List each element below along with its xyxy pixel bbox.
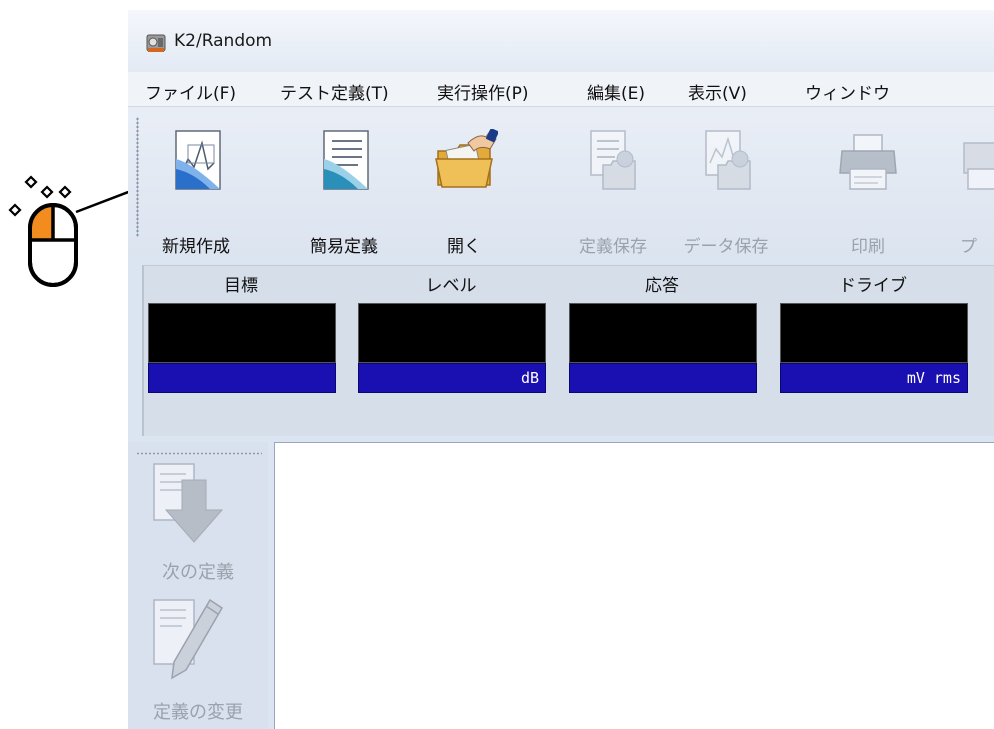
menu-test-definition[interactable]: テスト定義(T) bbox=[280, 79, 389, 104]
print-button[interactable]: 印刷 bbox=[828, 107, 908, 257]
main-toolbar: 新規作成 簡易定義 開く 定義保存 データ保存 印刷 プ bbox=[128, 107, 994, 257]
new-document-label: 新規作成 bbox=[162, 237, 230, 257]
open-label: 開く bbox=[447, 237, 481, 257]
title-bar: K2/Random bbox=[128, 10, 994, 72]
meter-level-unit-bar: dB bbox=[358, 363, 546, 393]
menu-window[interactable]: ウィンドウ bbox=[805, 79, 890, 104]
meter-target-label: 目標 bbox=[224, 276, 258, 296]
toolbar-grip[interactable] bbox=[136, 117, 139, 237]
simple-definition-label: 簡易定義 bbox=[310, 237, 378, 257]
printer-icon bbox=[839, 134, 897, 190]
new-document-icon bbox=[175, 130, 221, 190]
save-definition-icon bbox=[590, 130, 636, 190]
next-definition-button[interactable]: 次の定義 bbox=[128, 460, 268, 590]
meter-level-label: レベル bbox=[425, 276, 477, 296]
next-definition-icon bbox=[153, 463, 224, 543]
menu-bar: ファイル(F) テスト定義(T) 実行操作(P) 編集(E) 表示(V) ウィン… bbox=[128, 72, 994, 107]
meter-response-display bbox=[569, 303, 757, 363]
meter-drive-unit: mV rms bbox=[906, 369, 961, 387]
preview-label: プ bbox=[960, 237, 977, 257]
mouse-left-click-icon bbox=[8, 175, 78, 287]
simple-definition-button[interactable]: 簡易定義 bbox=[296, 107, 392, 257]
workspace-area[interactable] bbox=[274, 442, 994, 729]
open-button[interactable]: 開く bbox=[424, 107, 504, 257]
side-toolbar: 次の定義 定義の変更 bbox=[128, 442, 268, 729]
meter-target-display bbox=[148, 303, 336, 363]
menu-run-operation[interactable]: 実行操作(P) bbox=[437, 79, 529, 104]
save-data-button[interactable]: データ保存 bbox=[672, 107, 780, 257]
side-toolbar-grip[interactable] bbox=[136, 452, 262, 455]
open-folder-icon bbox=[435, 129, 498, 188]
menu-file[interactable]: ファイル(F) bbox=[145, 79, 236, 104]
save-data-label: データ保存 bbox=[683, 237, 769, 257]
meter-drive-unit-bar: mV rms bbox=[780, 363, 968, 393]
edit-definition-label: 定義の変更 bbox=[153, 702, 243, 723]
print-label: 印刷 bbox=[851, 237, 885, 257]
simple-definition-icon bbox=[323, 130, 369, 190]
meter-target-unit-bar bbox=[148, 363, 336, 393]
meter-response-unit-bar bbox=[569, 363, 757, 393]
meter-panel: 目標 レベル dB 応答 ドライブ mV rms bbox=[142, 265, 994, 436]
save-data-icon bbox=[705, 130, 751, 190]
meter-drive-label: ドライブ bbox=[839, 276, 907, 296]
k2-logo-icon bbox=[146, 34, 166, 52]
meter-response-label: 応答 bbox=[645, 276, 679, 296]
meter-level-unit: dB bbox=[520, 369, 539, 387]
meter-drive-display bbox=[780, 303, 968, 363]
preview-icon bbox=[963, 142, 994, 190]
menu-view[interactable]: 表示(V) bbox=[688, 79, 747, 104]
menu-edit[interactable]: 編集(E) bbox=[587, 79, 645, 104]
save-definition-label: 定義保存 bbox=[579, 237, 647, 257]
window-title: K2/Random bbox=[174, 31, 273, 51]
meter-level-display bbox=[358, 303, 546, 363]
preview-button[interactable]: プ bbox=[950, 107, 994, 257]
new-document-button[interactable]: 新規作成 bbox=[148, 107, 244, 257]
app-window: K2/Random ファイル(F) テスト定義(T) 実行操作(P) 編集(E)… bbox=[128, 10, 994, 729]
save-definition-button[interactable]: 定義保存 bbox=[565, 107, 661, 257]
edit-definition-button[interactable]: 定義の変更 bbox=[128, 594, 268, 724]
edit-definition-icon bbox=[153, 598, 224, 680]
next-definition-label: 次の定義 bbox=[162, 562, 234, 583]
